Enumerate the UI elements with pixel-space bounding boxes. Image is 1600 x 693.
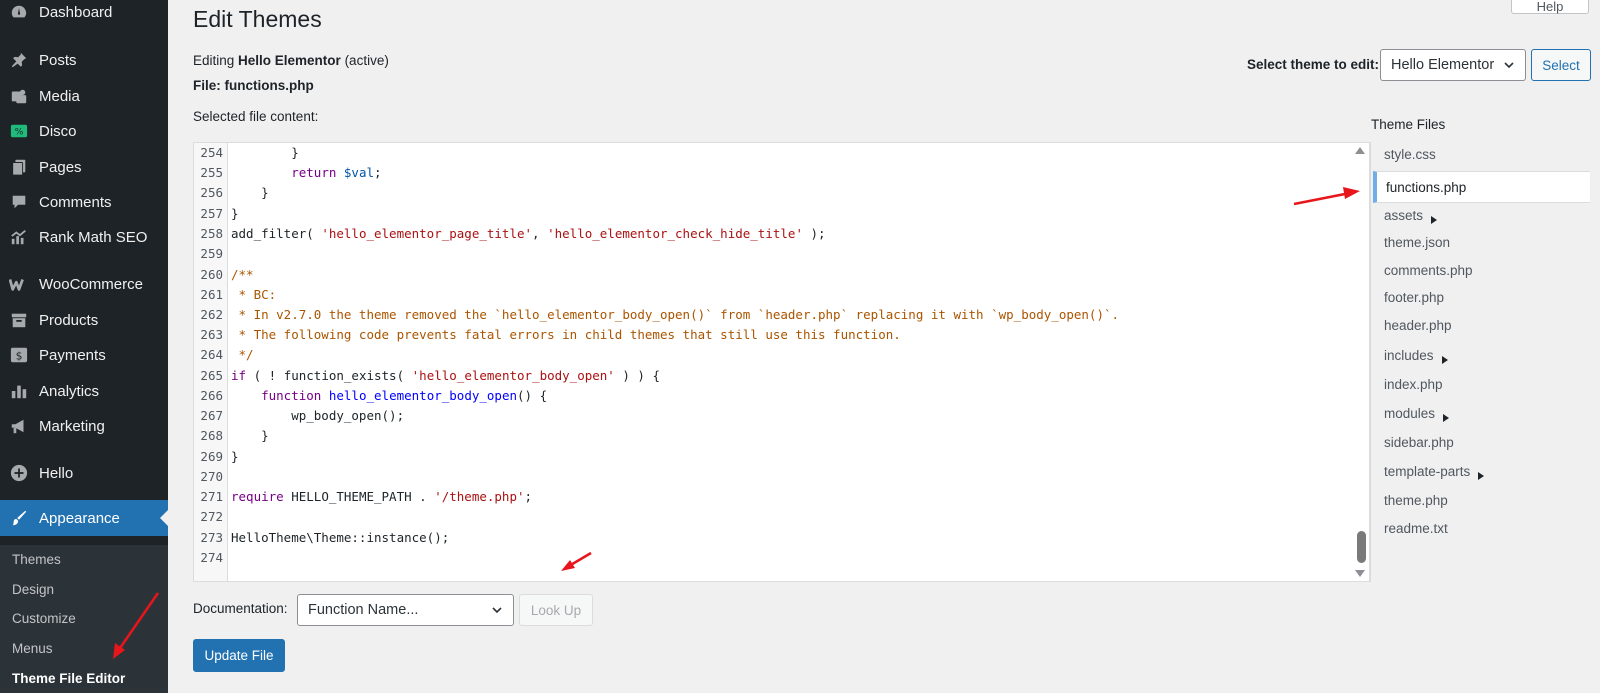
- red-arrow-icon: [561, 551, 592, 571]
- red-arrow-icon: [1293, 187, 1360, 206]
- red-arrow-icon: [113, 592, 160, 659]
- annotation-arrows: [113, 187, 1360, 659]
